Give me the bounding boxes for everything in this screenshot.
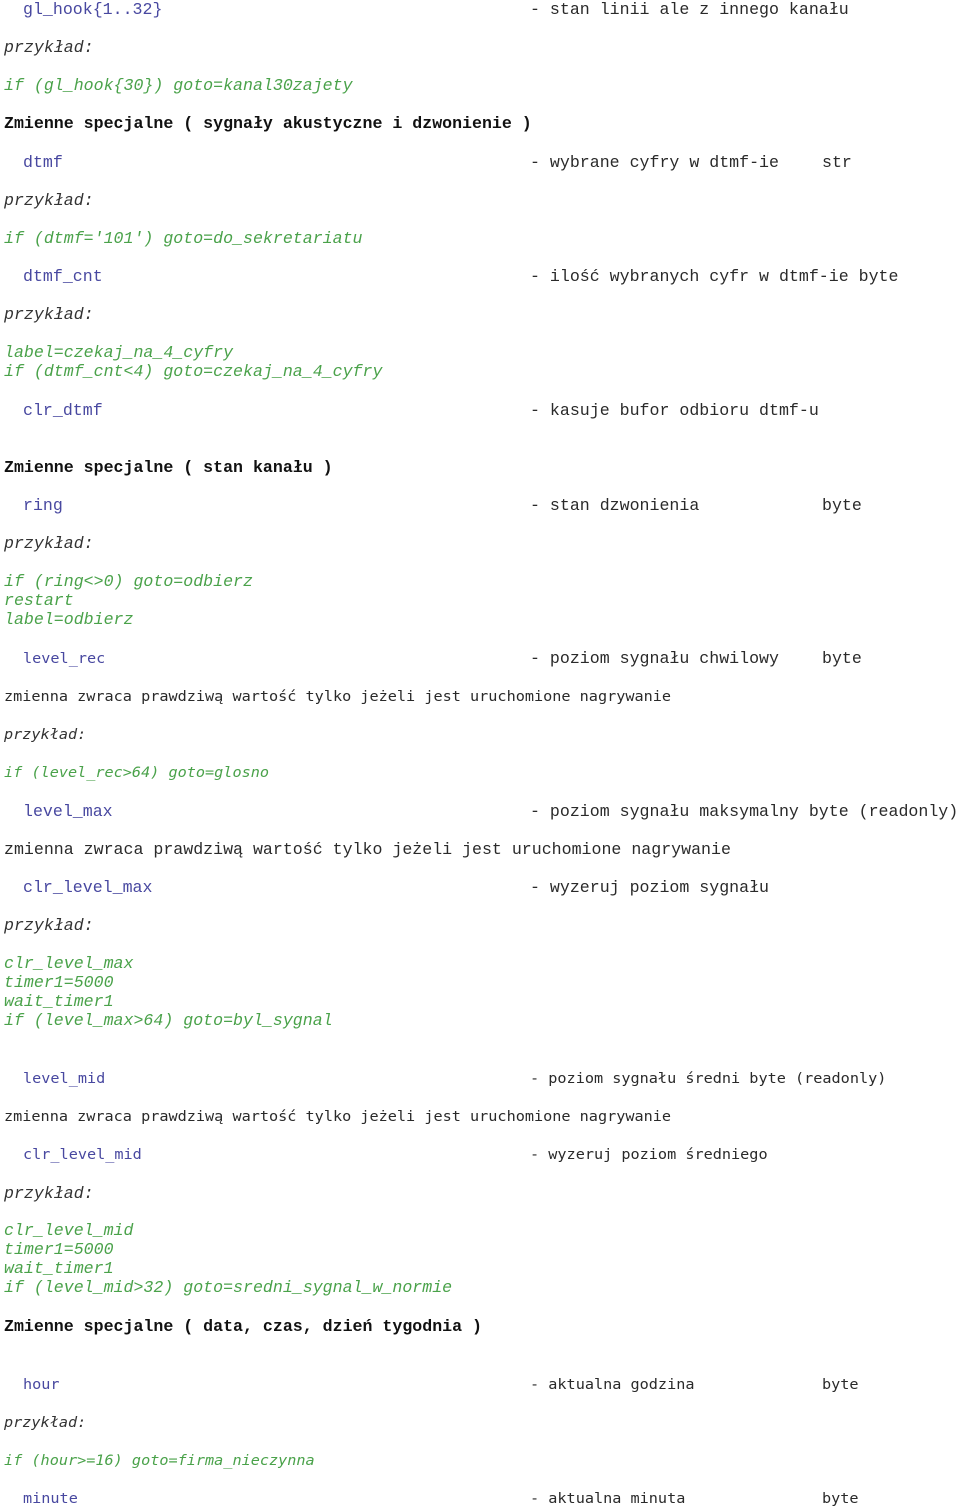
var-name: dtmf_cnt [23, 267, 103, 286]
code-line: label=odbierz [4, 610, 134, 629]
code-line: label=czekaj_na_4_cyfry [4, 343, 234, 362]
section-header: Zmienne specjalne ( data, czas, dzień ty… [4, 1317, 482, 1336]
var-description: - aktualna godzina [530, 1376, 695, 1393]
code-line: restart [4, 591, 74, 610]
code-line: timer1=5000 [4, 973, 114, 992]
code-line: if (level_mid>32) goto=sredni_sygnal_w_n… [4, 1278, 453, 1297]
var-name: ring [23, 496, 63, 515]
code-line: if (dtmf_cnt<4) goto=czekaj_na_4_cyfry [4, 362, 383, 381]
var-name: level_mid [23, 1070, 106, 1087]
var-description: - aktualna minuta [530, 1490, 686, 1507]
example-label: przykład: [4, 1184, 94, 1203]
code-line: if (dtmf='101') goto=do_sekretariatu [4, 229, 363, 248]
section-header: Zmienne specjalne ( stan kanału ) [4, 458, 333, 477]
example-label: przykład: [4, 726, 87, 743]
var-description: - ilość wybranych cyfr w dtmf-ie byte [530, 267, 899, 286]
var-name: level_max [23, 802, 113, 821]
code-line: if (gl_hook{30}) goto=kanal30zajety [4, 76, 353, 95]
var-name: gl_hook{1..32} [23, 0, 163, 19]
var-description: - wyzeruj poziom średniego [530, 1146, 768, 1163]
var-type: byte [822, 1490, 859, 1507]
code-line: if (hour>=16) goto=firma_nieczynna [4, 1452, 315, 1469]
example-label: przykład: [4, 534, 94, 553]
code-line: wait_timer1 [4, 992, 114, 1011]
var-description: - poziom sygnału maksymalny byte (readon… [530, 802, 959, 821]
var-description: - stan dzwonienia [530, 496, 700, 515]
code-line: if (ring<>0) goto=odbierz [4, 572, 253, 591]
var-name: clr_level_mid [23, 1146, 142, 1163]
var-type: byte [822, 649, 862, 668]
var-description: - stan linii ale z innego kanału [530, 0, 849, 19]
note-text: zmienna zwraca prawdziwą wartość tylko j… [4, 1108, 672, 1125]
example-label: przykład: [4, 38, 94, 57]
var-type: byte [822, 496, 862, 515]
var-description: - wyzeruj poziom sygnału [530, 878, 769, 897]
var-type: str [822, 153, 852, 172]
example-label: przykład: [4, 305, 94, 324]
var-name: level_rec [23, 650, 106, 667]
var-description: - kasuje bufor odbioru dtmf-u [530, 401, 819, 420]
section-header: Zmienne specjalne ( sygnały akustyczne i… [4, 114, 532, 133]
code-line: timer1=5000 [4, 1240, 114, 1259]
var-name: clr_level_max [23, 878, 153, 897]
var-description: - poziom sygnału średni byte (readonly) [530, 1070, 887, 1087]
code-line: wait_timer1 [4, 1259, 114, 1278]
code-line: clr_level_mid [4, 1221, 134, 1240]
code-line: clr_level_max [4, 954, 134, 973]
var-name: clr_dtmf [23, 401, 103, 420]
var-description: - wybrane cyfry w dtmf-ie [530, 153, 779, 172]
note-text: zmienna zwraca prawdziwą wartość tylko j… [4, 840, 731, 859]
var-name: hour [23, 1376, 60, 1393]
example-label: przykład: [4, 1414, 87, 1431]
code-line: if (level_rec>64) goto=glosno [4, 764, 270, 781]
code-line: if (level_max>64) goto=byl_sygnal [4, 1011, 333, 1030]
example-label: przykład: [4, 191, 94, 210]
var-description: - poziom sygnału chwilowy [530, 649, 779, 668]
var-name: minute [23, 1490, 78, 1507]
var-name: dtmf [23, 153, 63, 172]
example-label: przykład: [4, 916, 94, 935]
var-type: byte [822, 1376, 859, 1393]
note-text: zmienna zwraca prawdziwą wartość tylko j… [4, 688, 672, 705]
